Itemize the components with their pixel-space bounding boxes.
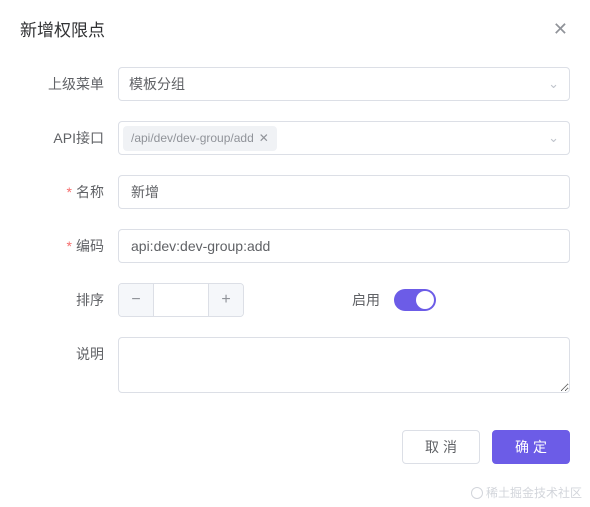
close-icon[interactable]: ✕ — [551, 18, 570, 40]
name-input[interactable] — [118, 175, 570, 209]
row-parent-menu: 上级菜单 模板分组 ⌄ — [20, 67, 570, 101]
switch-knob — [416, 291, 434, 309]
desc-textarea[interactable] — [118, 337, 570, 393]
label-parent-menu: 上级菜单 — [20, 67, 118, 101]
label-sort: 排序 — [20, 283, 118, 317]
row-code: 编码 — [20, 229, 570, 263]
api-select[interactable]: /api/dev/dev-group/add ✕ ⌄ — [118, 121, 570, 155]
parent-menu-select[interactable]: 模板分组 ⌄ — [118, 67, 570, 101]
watermark-icon — [471, 487, 483, 499]
label-code: 编码 — [20, 229, 118, 263]
enable-wrap: 启用 — [352, 289, 436, 311]
label-desc: 说明 — [20, 337, 118, 371]
sort-stepper: − + — [118, 283, 244, 317]
row-name: 名称 — [20, 175, 570, 209]
row-sort-enable: 排序 − + 启用 — [20, 283, 570, 317]
label-api: API接口 — [20, 121, 118, 155]
watermark-text: 稀土掘金技术社区 — [486, 484, 582, 501]
chevron-down-icon: ⌄ — [548, 76, 559, 92]
confirm-button[interactable]: 确定 — [492, 430, 570, 464]
cancel-button[interactable]: 取消 — [402, 430, 480, 464]
row-api: API接口 /api/dev/dev-group/add ✕ ⌄ — [20, 121, 570, 155]
dialog: 新增权限点 ✕ 上级菜单 模板分组 ⌄ API接口 /api/dev/dev-g… — [0, 0, 590, 484]
dialog-footer: 取消 确定 — [20, 416, 570, 464]
label-enable: 启用 — [352, 290, 380, 310]
permission-form: 上级菜单 模板分组 ⌄ API接口 /api/dev/dev-group/add… — [20, 59, 570, 396]
api-tag-text: /api/dev/dev-group/add — [131, 131, 254, 145]
dialog-title: 新增权限点 — [20, 16, 105, 41]
chevron-down-icon: ⌄ — [548, 130, 559, 146]
dialog-header: 新增权限点 ✕ — [20, 0, 570, 59]
watermark: 稀土掘金技术社区 — [471, 484, 582, 501]
sort-input[interactable] — [153, 284, 209, 316]
tag-close-icon[interactable]: ✕ — [259, 132, 269, 144]
label-name: 名称 — [20, 175, 118, 209]
stepper-minus-button[interactable]: − — [119, 284, 153, 316]
stepper-plus-button[interactable]: + — [209, 284, 243, 316]
api-tag: /api/dev/dev-group/add ✕ — [123, 126, 277, 151]
row-desc: 说明 — [20, 337, 570, 396]
parent-menu-value: 模板分组 — [129, 74, 185, 94]
code-input[interactable] — [118, 229, 570, 263]
enable-switch[interactable] — [394, 289, 436, 311]
